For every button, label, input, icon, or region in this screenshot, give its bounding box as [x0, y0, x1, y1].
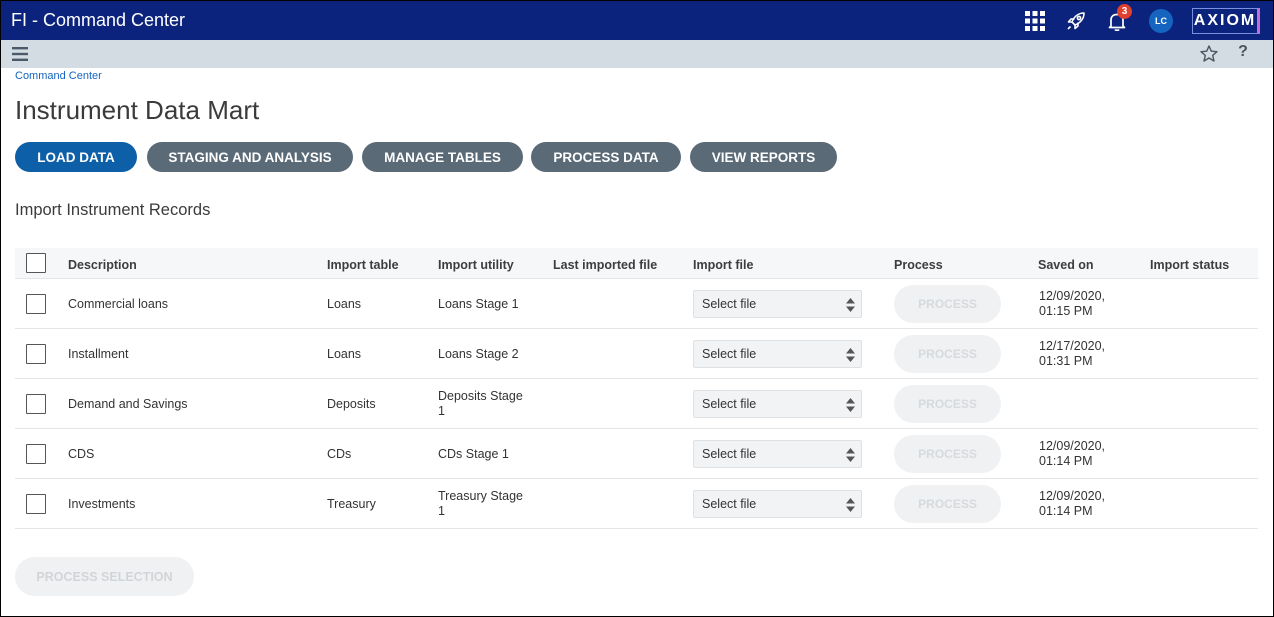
column-header: Import status: [1150, 258, 1230, 272]
table-row: Demand and Savings Deposits Deposits Sta…: [15, 379, 1258, 429]
page-title: Instrument Data Mart: [15, 95, 260, 125]
user-avatar[interactable]: LC: [1149, 9, 1173, 33]
process-button[interactable]: PROCESS: [894, 385, 1001, 423]
select-all-checkbox[interactable]: [26, 253, 46, 273]
tab-view-reports[interactable]: VIEW REPORTS: [690, 142, 837, 172]
section-title: Import Instrument Records: [15, 201, 211, 219]
row-import-table: Deposits: [327, 397, 376, 411]
column-header: Process: [894, 258, 943, 272]
import-file-select[interactable]: Select file: [693, 440, 862, 468]
help-icon[interactable]: ?: [1235, 43, 1251, 65]
row-saved-on: 12/09/2020, 01:14 PM: [1039, 489, 1106, 518]
breadcrumb[interactable]: Command Center: [15, 70, 102, 82]
table-row: CDS CDs CDs Stage 1 Select file PROCESS …: [15, 429, 1258, 479]
app-title: FI - Command Center: [11, 10, 186, 30]
row-checkbox[interactable]: [26, 294, 46, 314]
table-header: Description Import table Import utility …: [15, 248, 1258, 279]
import-file-select-value: Select file: [702, 297, 757, 311]
import-file-select-value: Select file: [702, 447, 757, 461]
column-header: Saved on: [1038, 258, 1094, 272]
table-row: Installment Loans Loans Stage 2 Select f…: [15, 329, 1258, 379]
import-file-select[interactable]: Select file: [693, 390, 862, 418]
row-saved-on: 12/17/2020, 01:31 PM: [1039, 339, 1106, 368]
row-import-utility: CDs Stage 1: [438, 447, 509, 461]
row-import-utility: Loans Stage 2: [438, 347, 519, 361]
import-file-select-value: Select file: [702, 497, 757, 511]
process-button[interactable]: PROCESS: [894, 335, 1001, 373]
top-bar: FI - Command Center 3 LC AXIOM: [1, 1, 1273, 40]
row-saved-on: 12/09/2020, 01:14 PM: [1039, 439, 1106, 468]
tab-load-data[interactable]: LOAD DATA: [15, 142, 137, 172]
process-button[interactable]: PROCESS: [894, 285, 1001, 323]
axiom-logo: AXIOM: [1192, 8, 1260, 34]
column-header: Description: [68, 258, 137, 272]
table-row: Commercial loans Loans Loans Stage 1 Sel…: [15, 279, 1258, 329]
column-header: Import utility: [438, 258, 514, 272]
row-import-utility: Deposits Stage 1: [438, 389, 523, 418]
table-row: Investments Treasury Treasury Stage 1 Sel…: [15, 479, 1258, 529]
row-description: CDS: [68, 447, 95, 461]
tab-process-data[interactable]: PROCESS DATA: [531, 142, 681, 172]
row-saved-on: 12/09/2020, 01:15 PM: [1039, 289, 1106, 318]
select-arrows-icon: [846, 348, 855, 362]
process-button[interactable]: PROCESS: [894, 485, 1001, 523]
import-file-select[interactable]: Select file: [693, 340, 862, 368]
column-header: Import table: [327, 258, 399, 272]
row-checkbox[interactable]: [26, 494, 46, 514]
row-import-table: Loans: [327, 297, 362, 311]
favorite-star-icon[interactable]: [1199, 44, 1219, 64]
row-import-utility: Treasury Stage 1: [438, 489, 523, 518]
select-arrows-icon: [846, 448, 855, 462]
process-selection-button[interactable]: PROCESS SELECTION: [15, 557, 194, 596]
row-checkbox[interactable]: [26, 344, 46, 364]
process-button[interactable]: PROCESS: [894, 435, 1001, 473]
select-arrows-icon: [846, 398, 855, 412]
select-arrows-icon: [846, 298, 855, 312]
sub-bar: ?: [1, 40, 1273, 68]
row-description: Installment: [68, 347, 129, 361]
import-file-select[interactable]: Select file: [693, 290, 862, 318]
row-import-table: Treasury: [327, 497, 376, 511]
hamburger-menu-icon[interactable]: [12, 46, 30, 62]
tab-staging-and-analysis[interactable]: STAGING AND ANALYSIS: [147, 142, 353, 172]
row-checkbox[interactable]: [26, 394, 46, 414]
tab-manage-tables[interactable]: MANAGE TABLES: [362, 142, 523, 172]
row-import-table: CDs: [327, 447, 352, 461]
column-header: Import file: [693, 258, 754, 272]
row-description: Demand and Savings: [68, 397, 188, 411]
row-import-table: Loans: [327, 347, 362, 361]
app-grid-icon[interactable]: [1023, 9, 1047, 33]
import-file-select[interactable]: Select file: [693, 490, 862, 518]
row-checkbox[interactable]: [26, 444, 46, 464]
app-frame: FI - Command Center 3 LC AXIOM ? Command…: [0, 0, 1274, 617]
notification-badge: 3: [1117, 4, 1132, 19]
row-import-utility: Loans Stage 1: [438, 297, 519, 311]
import-file-select-value: Select file: [702, 397, 757, 411]
row-description: Investments: [68, 497, 136, 511]
select-arrows-icon: [846, 498, 855, 512]
column-header: Last imported file: [553, 258, 658, 272]
rocket-icon[interactable]: [1064, 9, 1088, 33]
row-description: Commercial loans: [68, 297, 169, 311]
import-file-select-value: Select file: [702, 347, 757, 361]
